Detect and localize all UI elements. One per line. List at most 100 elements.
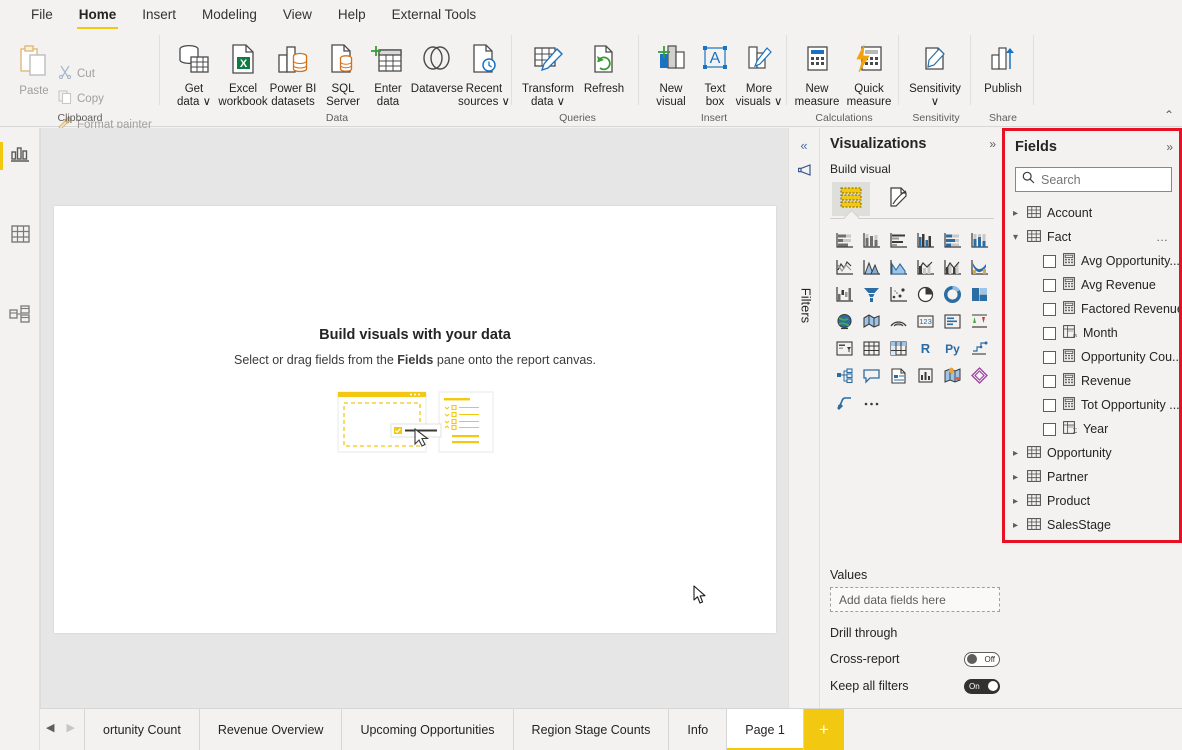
field-opportunity-count[interactable]: Opportunity Cou...: [1005, 345, 1179, 369]
copy-button[interactable]: Copy: [58, 90, 104, 107]
field-checkbox[interactable]: [1043, 375, 1056, 388]
filter-funnel-icon[interactable]: [798, 163, 812, 182]
collapse-filters-icon[interactable]: «: [789, 138, 819, 153]
ribbon-tab-help[interactable]: Help: [325, 4, 379, 25]
q-and-a-icon[interactable]: [858, 363, 885, 388]
scatter-chart-icon[interactable]: [885, 282, 912, 307]
data-view-button[interactable]: [0, 216, 40, 256]
add-page-button[interactable]: +: [804, 709, 844, 750]
field-checkbox[interactable]: [1043, 399, 1056, 412]
ribbon-tab-modeling[interactable]: Modeling: [189, 4, 270, 25]
table-icon[interactable]: [858, 336, 885, 361]
field-factored-revenue[interactable]: Factored Revenue: [1005, 297, 1179, 321]
format-visual-tab[interactable]: [880, 182, 918, 216]
stacked-bar-chart-icon[interactable]: [831, 228, 858, 253]
page-tab-upcoming-opportunities[interactable]: Upcoming Opportunities: [342, 709, 513, 750]
clustered-bar-chart-icon[interactable]: [885, 228, 912, 253]
transform-data-button[interactable]: Transform data ∨: [520, 43, 576, 109]
arcgis-map-icon[interactable]: [885, 309, 912, 334]
paginated-report-icon[interactable]: [885, 363, 912, 388]
r-script-visual-icon[interactable]: R: [912, 336, 939, 361]
fields-search-input[interactable]: [1041, 173, 1161, 187]
filters-pane-collapsed[interactable]: « Filters: [788, 128, 820, 708]
multi-row-card-icon[interactable]: [939, 309, 966, 334]
card-icon[interactable]: 123: [912, 309, 939, 334]
100-stacked-bar-chart-icon[interactable]: [939, 228, 966, 253]
recent-sources-button[interactable]: Recent sources ∨: [456, 43, 512, 109]
area-chart-icon[interactable]: [858, 255, 885, 280]
field-year[interactable]: Σ Year: [1005, 417, 1179, 441]
enter-data-button[interactable]: Enter data: [360, 43, 416, 109]
clustered-column-chart-icon[interactable]: [912, 228, 939, 253]
map-icon[interactable]: [831, 309, 858, 334]
fields-table-opportunity[interactable]: ▸ Opportunity: [1005, 441, 1179, 465]
paste-button[interactable]: Paste: [6, 43, 62, 98]
field-checkbox[interactable]: [1043, 303, 1056, 316]
field-avg-opportunity[interactable]: Avg Opportunity...: [1005, 249, 1179, 273]
field-avg-revenue[interactable]: Avg Revenue: [1005, 273, 1179, 297]
smart-narrative-icon[interactable]: [912, 363, 939, 388]
field-checkbox[interactable]: [1043, 327, 1056, 340]
fields-search-box[interactable]: [1015, 167, 1172, 192]
report-canvas-area[interactable]: Build visuals with your data Select or d…: [40, 128, 788, 708]
model-view-button[interactable]: [0, 296, 40, 336]
cross-report-toggle[interactable]: Off: [964, 652, 1000, 667]
waterfall-chart-icon[interactable]: [831, 282, 858, 307]
field-checkbox[interactable]: [1043, 351, 1056, 364]
field-tot-opportunity[interactable]: Tot Opportunity ...: [1005, 393, 1179, 417]
collapse-ribbon-button[interactable]: ⌃: [1164, 108, 1174, 122]
fields-expand-icon[interactable]: »: [1166, 140, 1171, 154]
more-options-icon[interactable]: [858, 390, 885, 415]
quick-measure-button[interactable]: Quick measure: [841, 43, 897, 109]
chevron-right-icon[interactable]: ▸: [1013, 448, 1027, 459]
fields-table-partner[interactable]: ▸ Partner: [1005, 465, 1179, 489]
power-apps-icon[interactable]: [966, 363, 993, 388]
ribbon-tab-insert[interactable]: Insert: [129, 4, 189, 25]
matrix-icon[interactable]: [885, 336, 912, 361]
page-tab-region-stage-counts[interactable]: Region Stage Counts: [514, 709, 670, 750]
refresh-button[interactable]: Refresh: [576, 43, 632, 96]
page-tab-info[interactable]: Info: [669, 709, 727, 750]
fields-table-account[interactable]: ▸ Account: [1005, 201, 1179, 225]
funnel-chart-icon[interactable]: [858, 282, 885, 307]
treemap-icon[interactable]: [966, 282, 993, 307]
stacked-area-chart-icon[interactable]: [885, 255, 912, 280]
ribbon-tab-external-tools[interactable]: External Tools: [379, 4, 490, 25]
page-tab-page-1[interactable]: Page 1: [727, 709, 804, 750]
pie-chart-icon[interactable]: [912, 282, 939, 307]
chevron-right-icon[interactable]: ▸: [1013, 208, 1027, 219]
keep-all-filters-toggle[interactable]: On: [964, 679, 1000, 694]
power-bi-datasets-button[interactable]: Power BI datasets: [265, 43, 321, 109]
ribbon-tab-file[interactable]: File: [18, 4, 66, 25]
report-view-button[interactable]: [0, 136, 40, 176]
table-context-menu-button[interactable]: …: [1156, 230, 1169, 244]
chevron-right-icon[interactable]: ▸: [1013, 472, 1027, 483]
field-checkbox[interactable]: [1043, 279, 1056, 292]
donut-chart-icon[interactable]: [939, 282, 966, 307]
chevron-down-icon[interactable]: ▾: [1013, 232, 1027, 243]
ribbon-tab-view[interactable]: View: [270, 4, 325, 25]
filled-map-icon[interactable]: [858, 309, 885, 334]
stacked-column-chart-icon[interactable]: [858, 228, 885, 253]
page-tab-opportunity-count[interactable]: ortunity Count: [84, 709, 200, 750]
visualizations-expand-icon[interactable]: »: [989, 137, 994, 151]
get-data-button[interactable]: Get data ∨: [166, 43, 222, 109]
values-dropzone[interactable]: Add data fields here: [830, 587, 1000, 612]
fields-table-salesstage[interactable]: ▸ SalesStage: [1005, 513, 1179, 537]
cut-button[interactable]: Cut: [58, 65, 95, 82]
chevron-right-icon[interactable]: ▸: [1013, 520, 1027, 531]
publish-button[interactable]: Publish: [975, 43, 1031, 96]
sensitivity-button[interactable]: Sensitivity ∨: [907, 43, 963, 109]
slicer-icon[interactable]: [831, 336, 858, 361]
power-automate-icon[interactable]: [831, 390, 858, 415]
line-chart-icon[interactable]: [831, 255, 858, 280]
fields-table-product[interactable]: ▸ Product: [1005, 489, 1179, 513]
field-checkbox[interactable]: [1043, 423, 1056, 436]
line-and-stacked-column-chart-icon[interactable]: [912, 255, 939, 280]
excel-workbook-button[interactable]: X Excel workbook: [215, 43, 271, 109]
line-and-clustered-column-chart-icon[interactable]: [939, 255, 966, 280]
prev-page-button[interactable]: ◀: [46, 721, 54, 734]
chevron-right-icon[interactable]: ▸: [1013, 496, 1027, 507]
ribbon-chart-icon[interactable]: [966, 255, 993, 280]
azure-map-icon[interactable]: [939, 363, 966, 388]
